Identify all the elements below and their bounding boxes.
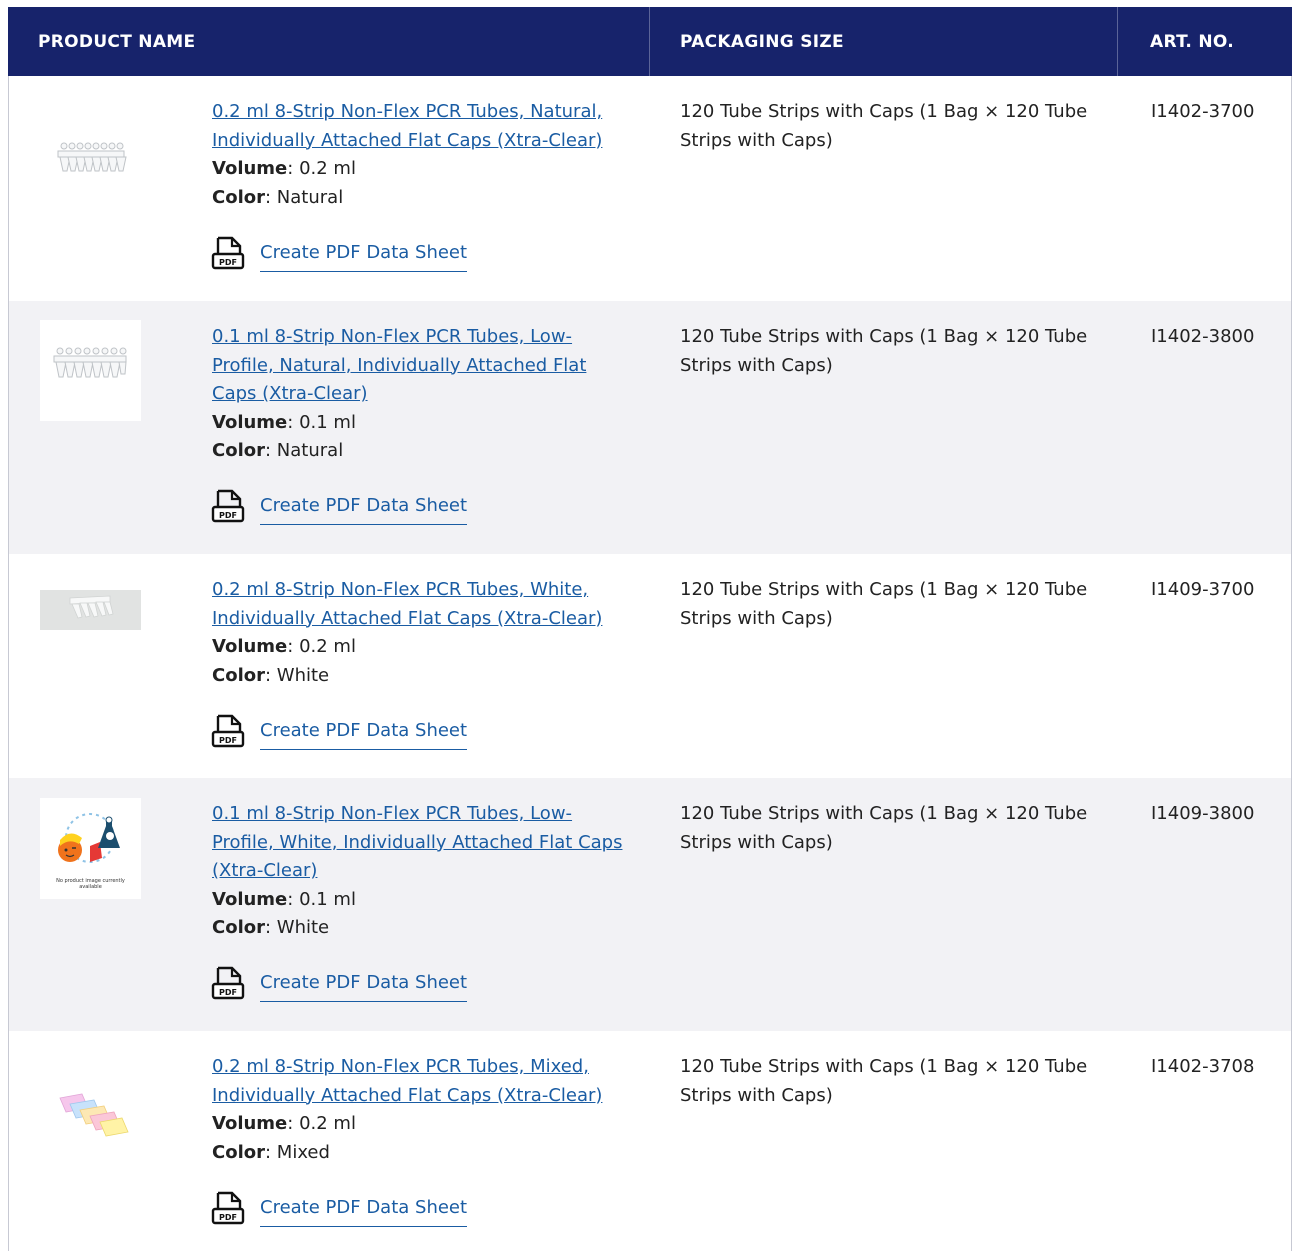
color-label: Color	[212, 1141, 265, 1163]
color-label: Color	[212, 917, 265, 938]
color-attribute: Color: Natural	[212, 186, 344, 208]
color-value: White	[276, 917, 330, 938]
color-attribute: Color: Mixed	[212, 1141, 330, 1163]
product-info: 0.1 ml 8-Strip Non-Flex PCR Tubes, Low-P…	[212, 800, 632, 943]
pdf-document-icon: PDF	[211, 1191, 245, 1225]
svg-text:PDF: PDF	[219, 511, 237, 520]
volume-value: 0.2 ml	[299, 636, 356, 657]
product-info: 0.2 ml 8-Strip Non-Flex PCR Tubes, Mixed…	[212, 1053, 632, 1167]
create-pdf-label[interactable]: Create PDF Data Sheet	[260, 242, 468, 272]
product-name-link[interactable]: 0.2 ml 8-Strip Non-Flex PCR Tubes, White…	[212, 579, 602, 629]
create-pdf-label[interactable]: Create PDF Data Sheet	[260, 972, 468, 1002]
volume-label: Volume	[212, 888, 288, 910]
volume-attribute: Volume: 0.2 ml	[212, 158, 356, 179]
svg-text:PDF: PDF	[219, 258, 237, 267]
create-pdf-button[interactable]: PDF Create PDF Data Sheet	[210, 712, 468, 750]
column-header-product-name[interactable]: PRODUCT NAME	[8, 7, 650, 76]
product-image[interactable]	[40, 590, 141, 630]
table-row: 0.2 ml 8-Strip Non-Flex PCR Tubes, White…	[8, 554, 1292, 778]
color-attribute: Color: Natural	[212, 440, 344, 461]
product-image[interactable]	[40, 1066, 141, 1167]
product-name-link[interactable]: 0.1 ml 8-Strip Non-Flex PCR Tubes, Low-P…	[212, 326, 586, 404]
product-info: 0.1 ml 8-Strip Non-Flex PCR Tubes, Low-P…	[212, 323, 632, 466]
column-header-packaging-size[interactable]: PACKAGING SIZE	[650, 7, 1118, 76]
svg-text:PDF: PDF	[219, 736, 237, 745]
create-pdf-button[interactable]: PDF Create PDF Data Sheet	[210, 1189, 468, 1227]
create-pdf-button[interactable]: PDF Create PDF Data Sheet	[210, 964, 468, 1002]
pdf-document-icon: PDF	[211, 714, 245, 748]
table-row: 0.1 ml 8-Strip Non-Flex PCR Tubes, Low-P…	[8, 301, 1292, 554]
volume-label: Volume	[212, 158, 288, 179]
packaging-size: 120 Tube Strips with Caps (1 Bag × 120 T…	[680, 579, 1088, 629]
color-value: Natural	[276, 186, 344, 208]
packaging-size: 120 Tube Strips with Caps (1 Bag × 120 T…	[680, 803, 1088, 853]
product-info: 0.2 ml 8-Strip Non-Flex PCR Tubes, White…	[212, 576, 632, 690]
packaging-size: 120 Tube Strips with Caps (1 Bag × 120 T…	[680, 1056, 1088, 1106]
volume-label: Volume	[212, 636, 288, 657]
table-row: 0.2 ml 8-Strip Non-Flex PCR Tubes, Natur…	[8, 76, 1292, 301]
product-info: 0.2 ml 8-Strip Non-Flex PCR Tubes, Natur…	[212, 98, 632, 212]
svg-text:PDF: PDF	[219, 988, 237, 997]
color-value: Mixed	[276, 1141, 330, 1163]
table-row: 0.2 ml 8-Strip Non-Flex PCR Tubes, Mixed…	[8, 1031, 1292, 1251]
packaging-size: 120 Tube Strips with Caps (1 Bag × 120 T…	[680, 101, 1088, 151]
volume-value: 0.2 ml	[299, 158, 356, 179]
color-attribute: Color: White	[212, 664, 330, 686]
volume-value: 0.2 ml	[299, 1113, 356, 1134]
table-header: PRODUCT NAME PACKAGING SIZE ART. NO.	[8, 7, 1292, 76]
product-image[interactable]	[40, 320, 141, 421]
pdf-document-icon: PDF	[211, 966, 245, 1000]
article-number: I1402-3800	[1151, 326, 1255, 347]
volume-value: 0.1 ml	[299, 888, 356, 910]
volume-label: Volume	[212, 1113, 288, 1134]
article-number: I1409-3800	[1151, 803, 1255, 824]
create-pdf-label[interactable]: Create PDF Data Sheet	[260, 720, 468, 750]
article-number: I1402-3708	[1151, 1056, 1255, 1077]
pdf-document-icon: PDF	[211, 236, 245, 270]
packaging-size: 120 Tube Strips with Caps (1 Bag × 120 T…	[680, 326, 1088, 376]
table-row: No product image currently available 0.1…	[8, 778, 1292, 1031]
volume-value: 0.1 ml	[299, 411, 356, 433]
column-header-art-no[interactable]: ART. NO.	[1118, 7, 1292, 76]
product-image[interactable]	[40, 111, 141, 212]
create-pdf-button[interactable]: PDF Create PDF Data Sheet	[210, 487, 468, 525]
create-pdf-label[interactable]: Create PDF Data Sheet	[260, 1197, 468, 1227]
color-value: Natural	[276, 440, 344, 461]
no-image-placeholder[interactable]: No product image currently available	[40, 798, 141, 899]
article-number: I1409-3700	[1151, 579, 1255, 600]
product-name-link[interactable]: 0.2 ml 8-Strip Non-Flex PCR Tubes, Mixed…	[212, 1056, 602, 1106]
volume-label: Volume	[212, 411, 288, 433]
volume-attribute: Volume: 0.1 ml	[212, 888, 356, 910]
color-value: White	[276, 664, 330, 686]
create-pdf-button[interactable]: PDF Create PDF Data Sheet	[210, 234, 468, 272]
article-number: I1402-3700	[1151, 101, 1255, 122]
product-table: PRODUCT NAME PACKAGING SIZE ART. NO. 0.2…	[8, 7, 1292, 1251]
svg-text:PDF: PDF	[219, 1213, 237, 1222]
volume-attribute: Volume: 0.2 ml	[212, 636, 356, 657]
color-label: Color	[212, 186, 265, 208]
create-pdf-label[interactable]: Create PDF Data Sheet	[260, 495, 468, 525]
volume-attribute: Volume: 0.1 ml	[212, 411, 356, 433]
color-attribute: Color: White	[212, 917, 330, 938]
color-label: Color	[212, 440, 265, 461]
volume-attribute: Volume: 0.2 ml	[212, 1113, 356, 1134]
product-name-link[interactable]: 0.2 ml 8-Strip Non-Flex PCR Tubes, Natur…	[212, 101, 602, 151]
color-label: Color	[212, 664, 265, 686]
no-image-text: No product image currently available	[56, 878, 125, 890]
product-name-link[interactable]: 0.1 ml 8-Strip Non-Flex PCR Tubes, Low-P…	[212, 803, 622, 881]
pdf-document-icon: PDF	[211, 489, 245, 523]
